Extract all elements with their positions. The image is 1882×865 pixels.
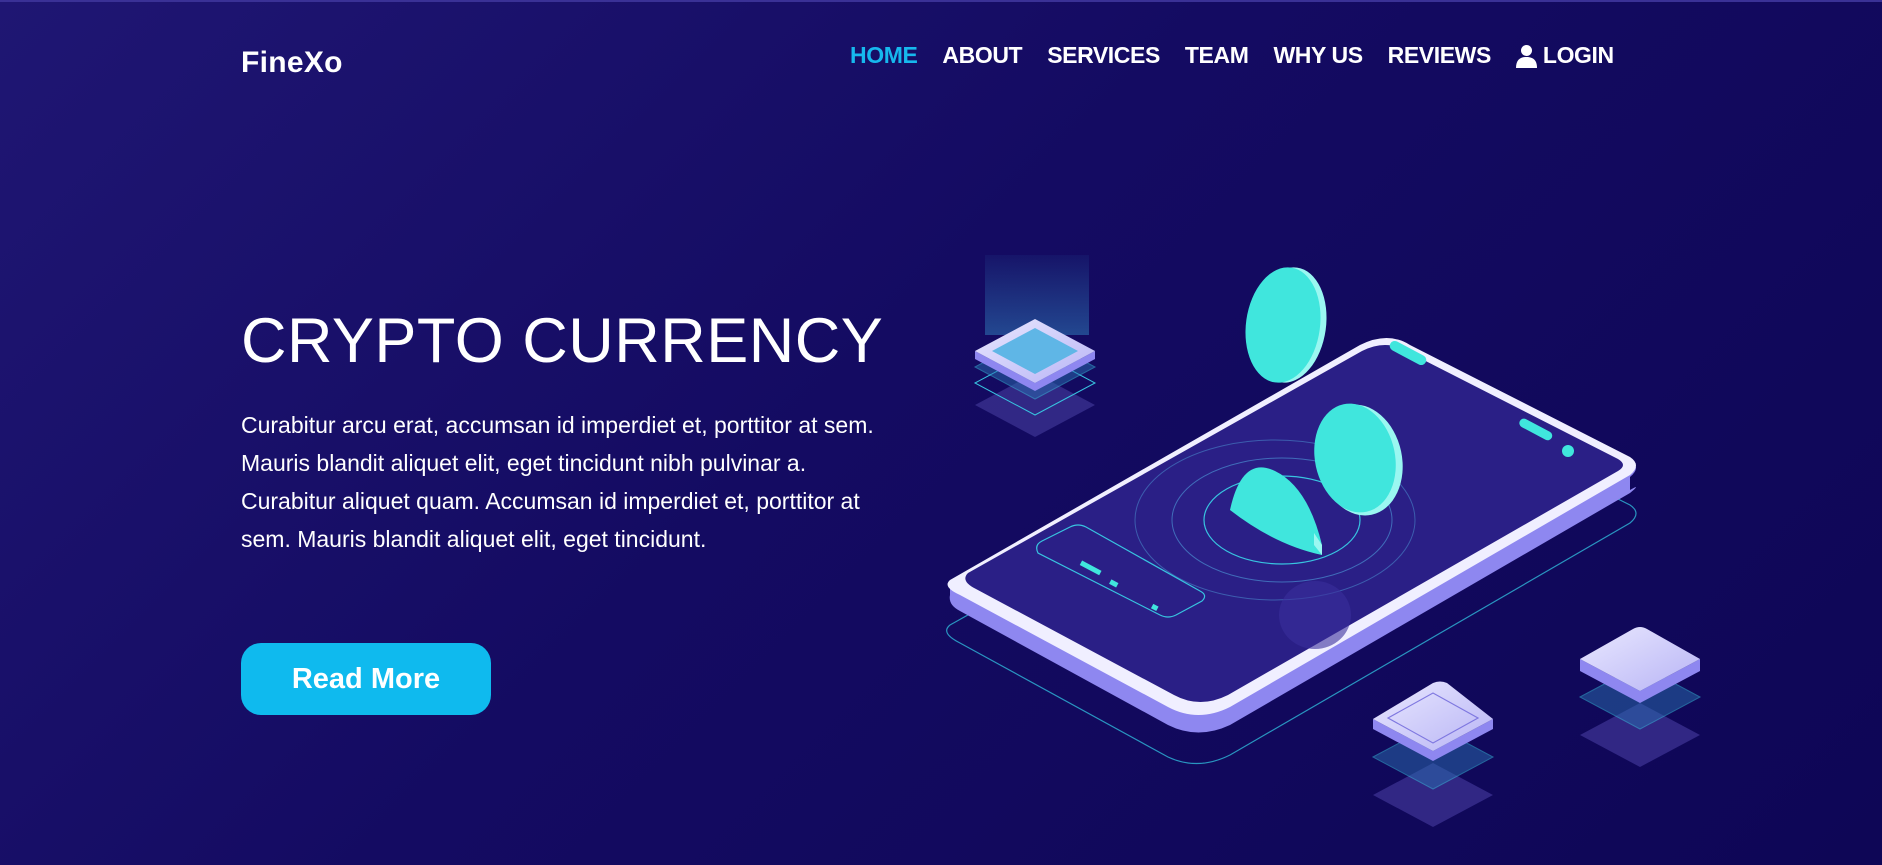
hero-description: Curabitur arcu erat, accumsan id imperdi…: [241, 412, 874, 552]
brand-logo[interactable]: FineXo: [241, 46, 343, 80]
user-icon: [1515, 44, 1537, 68]
login-label: LOGIN: [1542, 42, 1614, 68]
nav-item-about[interactable]: ABOUT: [942, 42, 1022, 69]
read-more-button[interactable]: Read More: [241, 643, 491, 715]
top-border: [0, 0, 1882, 2]
main-nav: HOME ABOUT SERVICES TEAM WHY US REVIEWS …: [850, 42, 1614, 69]
camera-dot: [1562, 445, 1574, 457]
crypto-phone-illustration: [946, 255, 1702, 827]
cube-right-top: [1580, 627, 1700, 691]
nav-item-team[interactable]: TEAM: [1185, 42, 1249, 69]
hero-title: CRYPTO CURRENCY: [241, 306, 884, 376]
nav-item-reviews[interactable]: REVIEWS: [1388, 42, 1492, 69]
nav-item-login[interactable]: LOGIN: [1515, 42, 1614, 69]
nav-item-services[interactable]: SERVICES: [1047, 42, 1160, 69]
coin-reflection: [1279, 581, 1351, 649]
nav-item-home[interactable]: HOME: [850, 42, 918, 69]
nav-item-why-us[interactable]: WHY US: [1273, 42, 1363, 69]
